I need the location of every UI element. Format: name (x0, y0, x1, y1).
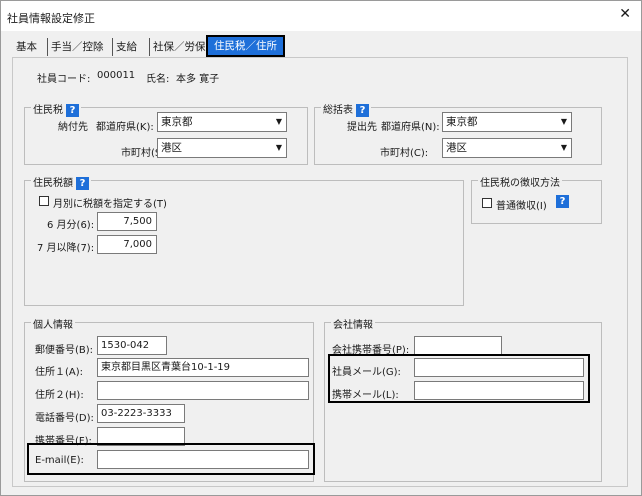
address2-label: 住所２(H): (35, 390, 84, 401)
address2-input[interactable] (97, 381, 309, 400)
collection-method-title: 住民税の徴収方法 (478, 174, 562, 189)
help-icon[interactable]: ? (76, 176, 89, 190)
resident-tax-title: 住民税 (33, 105, 63, 116)
dialog-window: 社員情報設定修正 ✕ 基本 手当／控除 支給 社保／労保 住民税／住所 社員コー… (0, 0, 642, 496)
july-label: 7 月以降(7): (37, 243, 95, 254)
summary-prefecture-select[interactable]: 東京都 ▼ (442, 112, 572, 132)
company-mobile-input[interactable] (414, 336, 502, 355)
resident-prefecture-select[interactable]: 東京都 ▼ (157, 112, 287, 132)
phone-label: 電話番号(D): (35, 413, 94, 424)
help-icon[interactable]: ? (556, 195, 569, 208)
monthly-tax-label: 月別に税額を指定する(T) (53, 199, 167, 210)
chevron-down-icon: ▼ (560, 143, 567, 152)
email-highlight-box (27, 443, 315, 475)
tab-social-insurance[interactable]: 社保／労保 (149, 38, 209, 56)
summary-city-label: 市町村(C): (380, 148, 429, 159)
summary-table-title: 総括表 (323, 105, 353, 116)
tab-basic[interactable]: 基本 (13, 38, 40, 56)
employee-code-label: 社員コード: (37, 74, 91, 85)
chevron-down-icon: ▼ (275, 143, 282, 152)
employee-code: 000011 (97, 70, 136, 81)
june-label: 6 月分(6): (47, 220, 95, 231)
summary-prefecture-value: 東京都 (446, 116, 478, 128)
ordinary-collection-checkbox[interactable] (482, 198, 492, 208)
resident-prefecture-value: 東京都 (161, 116, 193, 128)
personal-info-title: 個人情報 (31, 316, 75, 331)
tax-amount-title: 住民税額 (33, 178, 73, 189)
summary-city-select[interactable]: 港区 ▼ (442, 138, 572, 158)
close-icon[interactable]: ✕ (619, 6, 631, 22)
company-info-title: 会社情報 (331, 316, 375, 331)
address1-input[interactable]: 東京都目黒区青葉台10-1-19 (97, 358, 309, 377)
postal-code-input[interactable]: 1530-042 (97, 336, 167, 355)
employee-name: 本多 寛子 (176, 74, 220, 85)
tab-resident-tax-address[interactable]: 住民税／住所 (206, 35, 285, 57)
submit-to-label: 提出先 (347, 122, 377, 133)
title-bar: 社員情報設定修正 ✕ (1, 1, 641, 31)
resident-city-value: 港区 (161, 142, 182, 154)
monthly-tax-checkbox[interactable] (39, 196, 49, 206)
phone-input[interactable]: 03-2223-3333 (97, 404, 185, 423)
resident-city-select[interactable]: 港区 ▼ (157, 138, 287, 158)
prefecture-label: 都道府県(K): (96, 122, 154, 133)
june-amount-input[interactable]: 7,500 (97, 212, 157, 231)
ordinary-collection-label: 普通徴収(I) (496, 201, 547, 212)
tab-payment[interactable]: 支給 (112, 38, 140, 56)
address1-label: 住所１(A): (35, 367, 84, 378)
summary-city-value: 港区 (446, 142, 467, 154)
employee-name-label: 氏名: (146, 74, 170, 85)
tab-panel: 社員コード: 000011 氏名: 本多 寛子 住民税? 納付先 都道府県(K)… (12, 57, 628, 487)
chevron-down-icon: ▼ (560, 117, 567, 126)
help-icon[interactable]: ? (356, 103, 369, 117)
company-mail-highlight-box (328, 354, 590, 403)
summary-prefecture-label: 都道府県(N): (381, 122, 440, 133)
help-icon[interactable]: ? (66, 103, 79, 117)
window-title: 社員情報設定修正 (7, 12, 95, 25)
chevron-down-icon: ▼ (275, 117, 282, 126)
july-amount-input[interactable]: 7,000 (97, 235, 157, 254)
tab-allowance-deduction[interactable]: 手当／控除 (47, 38, 107, 56)
postal-code-label: 郵便番号(B): (35, 345, 94, 356)
payee-label: 納付先 (58, 122, 88, 133)
